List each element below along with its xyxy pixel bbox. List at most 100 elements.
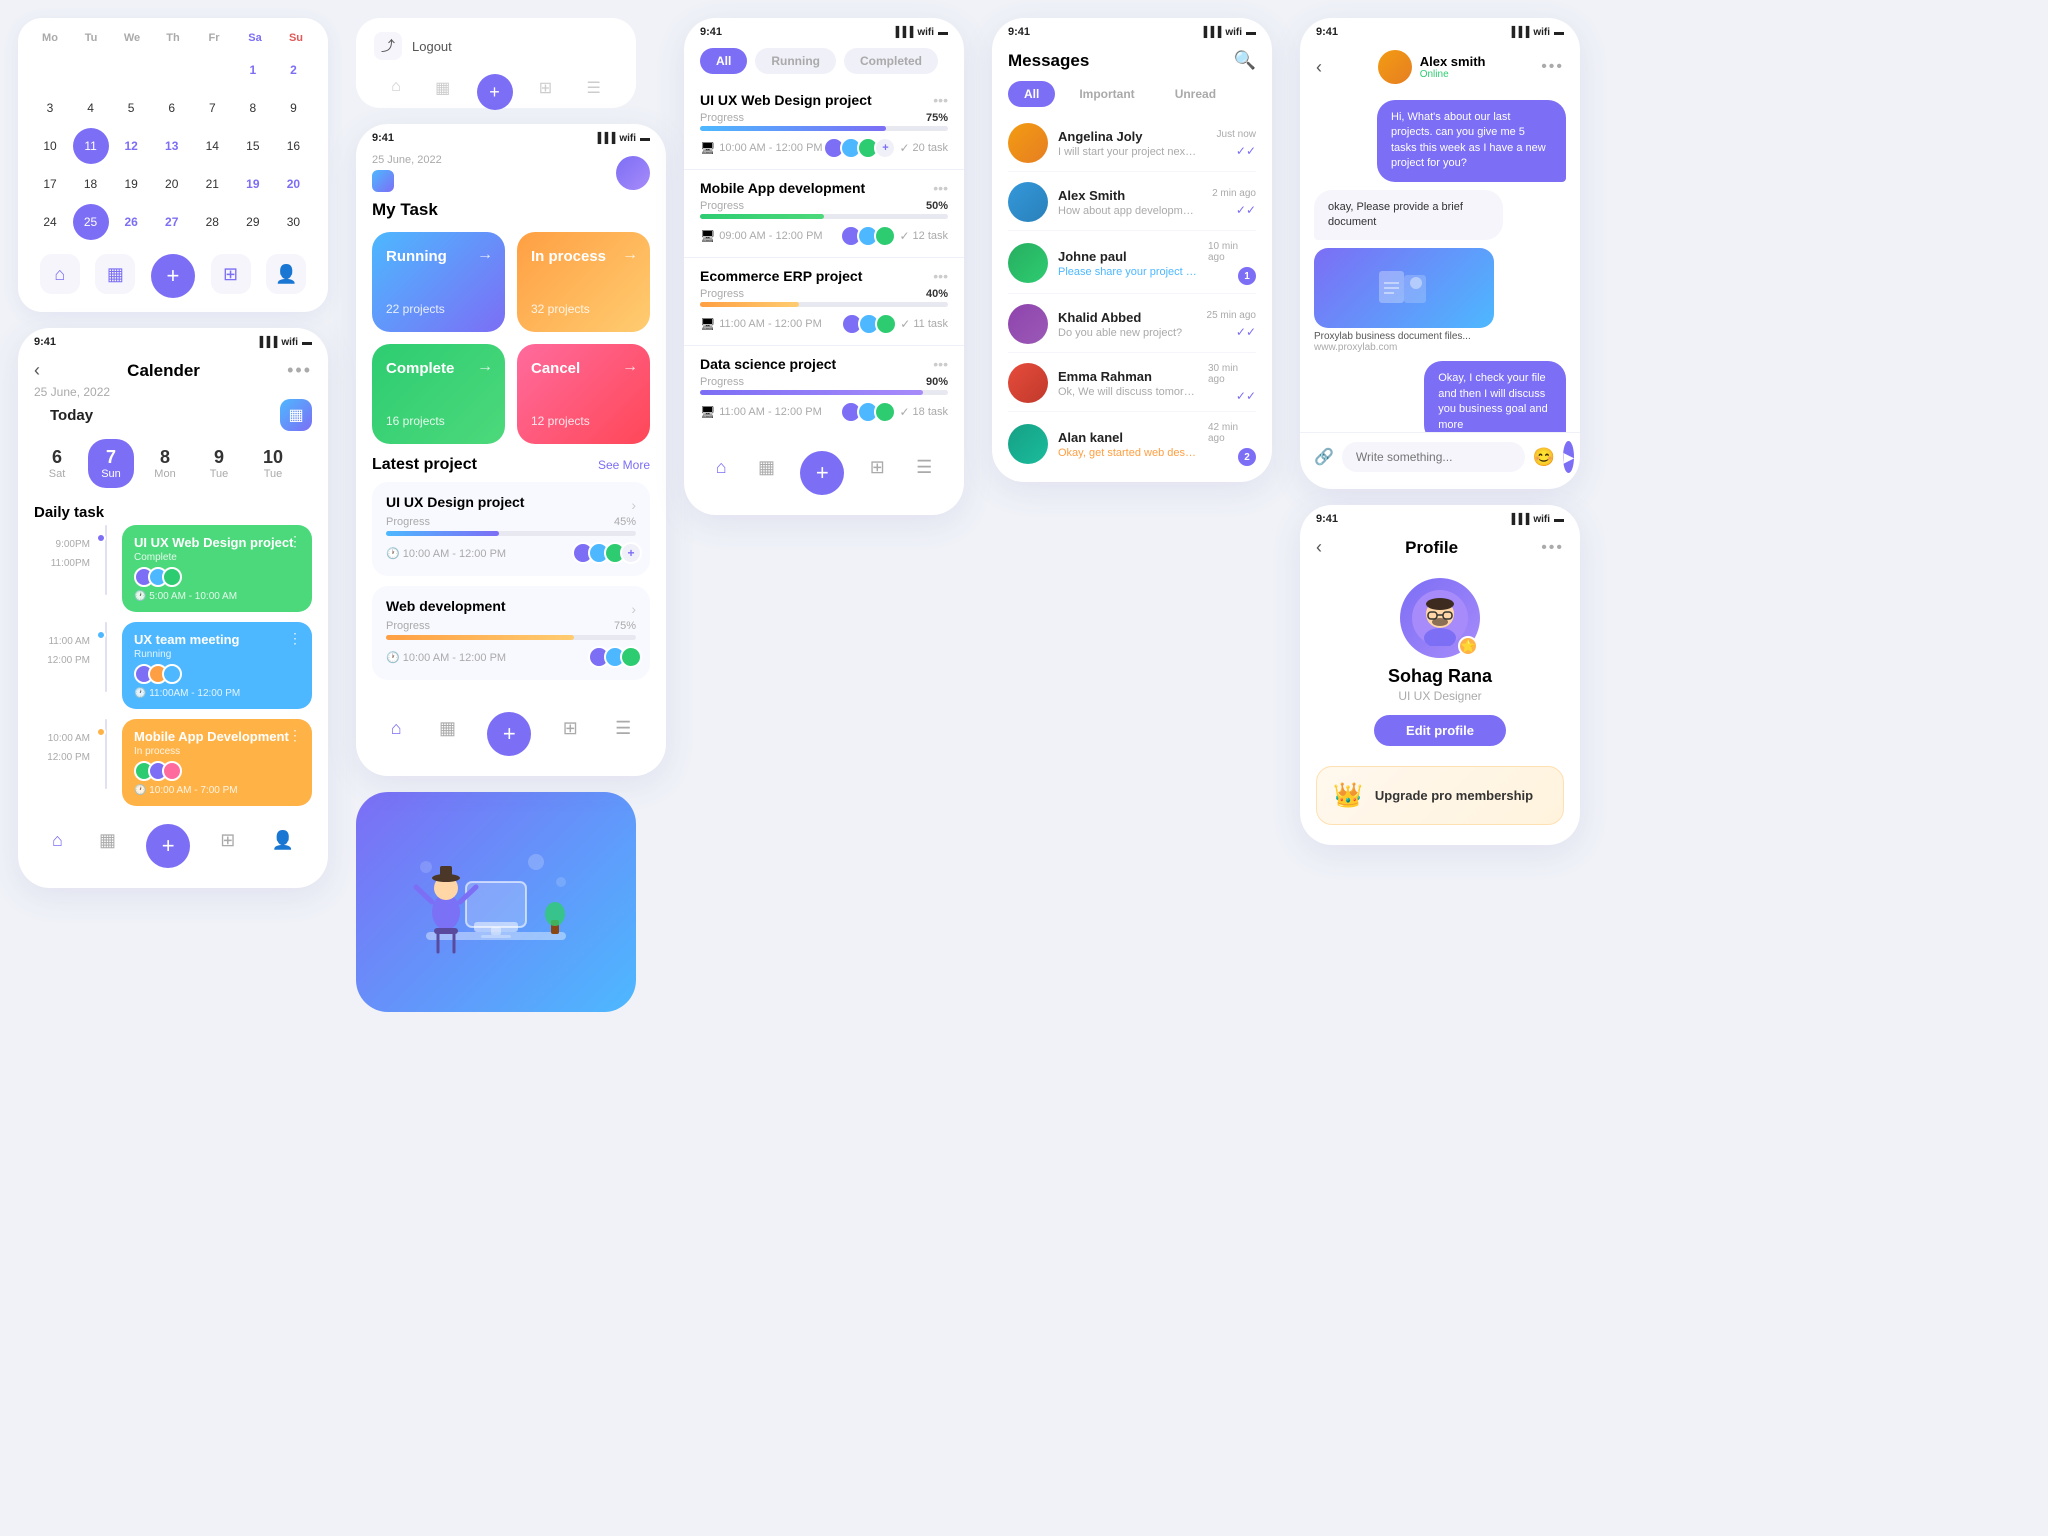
cal-cell-14[interactable]: 14 xyxy=(194,128,230,164)
project-item-2[interactable]: Web development › Progress 75% 🕐 10:00 A… xyxy=(372,586,650,680)
filter-project-4[interactable]: Data science project ••• Progress 90% 🖥 … xyxy=(684,346,964,433)
person-btn[interactable]: ☰ xyxy=(910,451,938,495)
message-item-3[interactable]: Johne paul Please share your project doc… xyxy=(1008,233,1256,294)
cal-cell-1[interactable]: 1 xyxy=(235,52,271,88)
cal-cell-13[interactable]: 13 xyxy=(154,128,190,164)
calendar-btn[interactable]: ▦ xyxy=(93,824,122,868)
cal-cell-19sat[interactable]: 19 xyxy=(235,166,271,202)
filter-project-1[interactable]: UI UX Web Design project ••• Progress 75… xyxy=(684,82,964,170)
cal-cell-29[interactable]: 29 xyxy=(235,204,271,240)
cal-cell-26[interactable]: 26 xyxy=(113,204,149,240)
add-fab[interactable]: + xyxy=(477,74,513,110)
calendar-icon[interactable]: ▦ xyxy=(280,399,312,431)
kebab-icon[interactable]: ⋮ xyxy=(288,630,302,647)
cal-cell-15[interactable]: 15 xyxy=(235,128,271,164)
apps-btn[interactable]: ⊞ xyxy=(864,451,891,495)
add-fab-btn[interactable]: + xyxy=(487,712,531,756)
home-btn[interactable]: ⌂ xyxy=(710,451,733,495)
calendar-btn[interactable]: ▦ xyxy=(433,712,462,756)
more-options-icon[interactable]: ••• xyxy=(1541,539,1564,557)
tab-running[interactable]: Running xyxy=(755,48,836,74)
date-item-sun[interactable]: 7 Sun xyxy=(88,439,134,488)
date-item-mon[interactable]: 8 Mon xyxy=(142,439,188,488)
tab-all[interactable]: All xyxy=(700,48,747,74)
project-item-1[interactable]: UI UX Design project › Progress 45% 🕐 10… xyxy=(372,482,650,576)
more-options-icon[interactable]: ••• xyxy=(287,360,312,381)
filter-project-3[interactable]: Ecommerce ERP project ••• Progress 40% 🖥… xyxy=(684,258,964,346)
message-item-1[interactable]: Angelina Joly I will start your project … xyxy=(1008,115,1256,172)
attachment-icon[interactable]: 🔗 xyxy=(1314,447,1334,467)
grid-nav-btn[interactable]: ⊞ xyxy=(211,254,251,294)
cal-cell-11[interactable]: 11 xyxy=(73,128,109,164)
cal-cell-10[interactable]: 10 xyxy=(32,128,68,164)
calendar-nav-btn[interactable]: ▦ xyxy=(95,254,135,294)
person-nav[interactable]: ☰ xyxy=(578,74,608,110)
date-item-sat[interactable]: 6 Sat xyxy=(34,439,80,488)
date-item-tue2[interactable]: 10 Tue xyxy=(250,439,296,488)
message-item-6[interactable]: Alan kanel Okay, get started web design … xyxy=(1008,414,1256,474)
add-fab-btn[interactable]: + xyxy=(800,451,844,495)
search-icon[interactable]: 🔍 xyxy=(1234,50,1256,71)
grid-btn[interactable]: ⊞ xyxy=(214,824,241,868)
message-item-4[interactable]: Khalid Abbed Do you able new project? 25… xyxy=(1008,296,1256,353)
tab-completed[interactable]: Completed xyxy=(844,48,938,74)
message-item-5[interactable]: Emma Rahman Ok, We will discuss tomorrow… xyxy=(1008,355,1256,412)
cal-cell-6[interactable]: 6 xyxy=(154,90,190,126)
tab-important[interactable]: Important xyxy=(1063,81,1150,107)
more-icon[interactable]: ••• xyxy=(933,268,948,284)
edit-profile-button[interactable]: Edit profile xyxy=(1374,715,1506,746)
cal-cell-24[interactable]: 24 xyxy=(32,204,68,240)
cal-cell-7[interactable]: 7 xyxy=(194,90,230,126)
add-nav-btn[interactable]: + xyxy=(151,254,195,298)
more-icon[interactable]: ••• xyxy=(933,356,948,372)
see-more-link[interactable]: See More xyxy=(598,458,650,472)
task-card-green[interactable]: ⋮ UI UX Web Design project Complete 🕐 5:… xyxy=(122,525,312,612)
in-process-card[interactable]: → In process 32 projects xyxy=(517,232,650,332)
kebab-icon[interactable]: ⋮ xyxy=(288,727,302,744)
complete-card[interactable]: → Complete 16 projects xyxy=(372,344,505,444)
cal-cell-18[interactable]: 18 xyxy=(73,166,109,202)
apps-nav[interactable]: ⊞ xyxy=(531,74,560,110)
back-arrow-icon[interactable]: ‹ xyxy=(34,360,40,381)
cal-cell-27[interactable]: 27 xyxy=(154,204,190,240)
more-icon[interactable]: ••• xyxy=(933,92,948,108)
cal-cell-4[interactable]: 4 xyxy=(73,90,109,126)
grid-nav[interactable]: ▦ xyxy=(427,74,458,110)
home-btn[interactable]: ⌂ xyxy=(385,712,408,756)
home-nav[interactable]: ⌂ xyxy=(383,74,409,110)
cal-cell-9[interactable]: 9 xyxy=(275,90,311,126)
more-options-icon[interactable]: ••• xyxy=(1541,58,1564,76)
cal-cell-20[interactable]: 20 xyxy=(154,166,190,202)
upgrade-section[interactable]: 👑 Upgrade pro membership xyxy=(1316,766,1564,825)
back-arrow-icon[interactable]: ‹ xyxy=(1316,57,1322,78)
kebab-icon[interactable]: ⋮ xyxy=(288,533,302,550)
emoji-icon[interactable]: 😊 xyxy=(1533,447,1555,468)
cal-cell-20sun[interactable]: 20 xyxy=(275,166,311,202)
back-arrow-icon[interactable]: ‹ xyxy=(1316,537,1322,558)
cal-cell-16[interactable]: 16 xyxy=(275,128,311,164)
cal-cell-17[interactable]: 17 xyxy=(32,166,68,202)
cal-cell-12[interactable]: 12 xyxy=(113,128,149,164)
apps-btn[interactable]: ⊞ xyxy=(557,712,584,756)
cal-cell-3[interactable]: 3 xyxy=(32,90,68,126)
home-btn[interactable]: ⌂ xyxy=(46,824,69,868)
message-item-2[interactable]: Alex Smith How about app development pro… xyxy=(1008,174,1256,231)
task-card-orange[interactable]: ⋮ Mobile App Development In process 🕐 10… xyxy=(122,719,312,806)
cal-cell-5[interactable]: 5 xyxy=(113,90,149,126)
chat-input[interactable] xyxy=(1342,442,1525,472)
person-btn[interactable]: 👤 xyxy=(265,824,299,868)
cal-cell-19[interactable]: 19 xyxy=(113,166,149,202)
person-btn[interactable]: ☰ xyxy=(609,712,637,756)
task-card-blue[interactable]: ⋮ UX team meeting Running 🕐 11:00AM - 12… xyxy=(122,622,312,709)
date-item-tue[interactable]: 9 Tue xyxy=(196,439,242,488)
tab-unread[interactable]: Unread xyxy=(1159,81,1232,107)
avatar-add[interactable]: + xyxy=(620,542,642,564)
tab-all[interactable]: All xyxy=(1008,81,1055,107)
cancel-card[interactable]: → Cancel 12 projects xyxy=(517,344,650,444)
calendar-btn[interactable]: ▦ xyxy=(752,451,781,495)
cal-cell-25[interactable]: 25 xyxy=(73,204,109,240)
cal-cell-8[interactable]: 8 xyxy=(235,90,271,126)
filter-project-2[interactable]: Mobile App development ••• Progress 50% … xyxy=(684,170,964,258)
cal-cell-30[interactable]: 30 xyxy=(275,204,311,240)
more-icon[interactable]: ••• xyxy=(933,180,948,196)
